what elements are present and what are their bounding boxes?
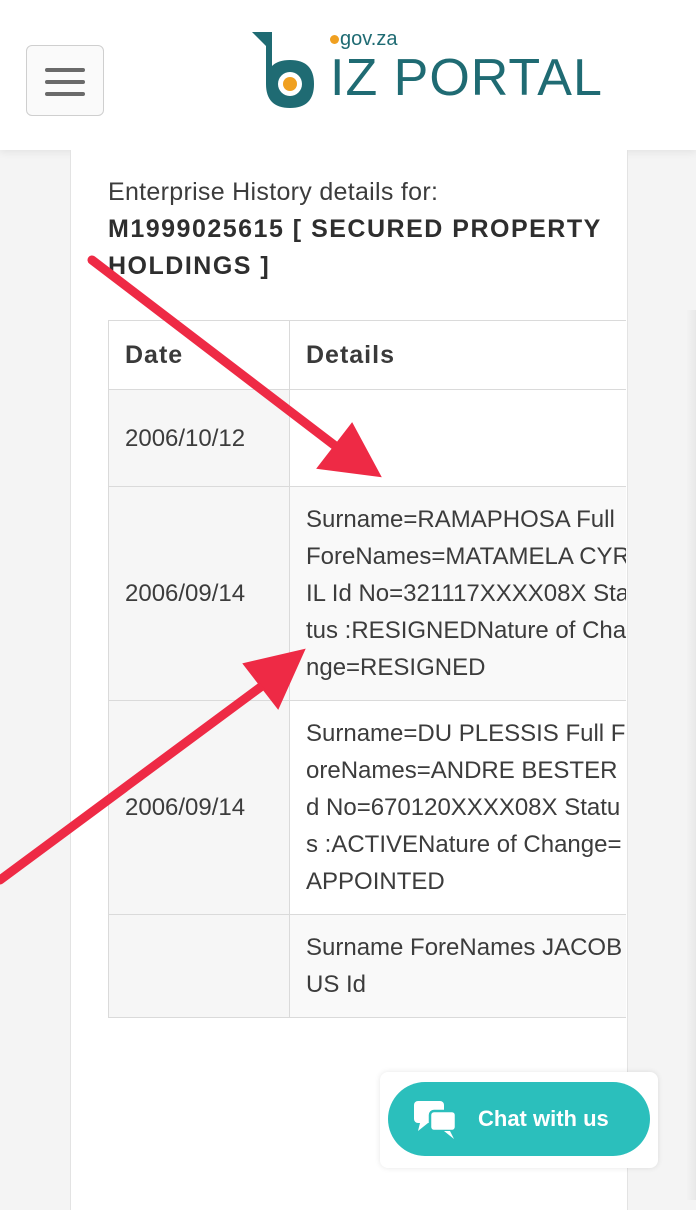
page-title: Enterprise History details for: M1999025… — [108, 174, 608, 285]
row-date: 2006/09/14 — [108, 700, 290, 915]
enterprise-id: M1999025615 [ SECURED PROPERTY HOLDINGS … — [108, 215, 602, 280]
row-details: Surname=RAMAPHOSA Full ForeNames=MATAMEL… — [289, 486, 626, 701]
scroll-edge — [686, 310, 696, 1200]
row-date: 2006/09/14 — [108, 486, 290, 701]
history-table-container[interactable]: Date Details 2006/10/12 2006/09/14 Surna… — [108, 320, 626, 1200]
row-date: 2006/10/12 — [108, 389, 290, 487]
table-row: 2006/09/14 Surname=DU PLESSIS Full ForeN… — [108, 700, 626, 915]
table-header-row: Date Details — [108, 320, 626, 390]
chat-label: Chat with us — [478, 1106, 609, 1131]
logo-dot — [330, 35, 339, 44]
column-header-details: Details — [289, 320, 626, 390]
history-table: Date Details 2006/10/12 2006/09/14 Surna… — [108, 320, 626, 1018]
logo-domain: gov.za — [340, 28, 398, 50]
row-details: Surname ForeNames JACOBUS Id — [289, 914, 626, 1018]
row-date — [108, 914, 290, 1018]
biz-b-logo-icon — [252, 32, 314, 108]
row-details — [289, 389, 626, 487]
chat-with-us-button[interactable]: Chat with us — [388, 1082, 650, 1156]
hamburger-icon — [45, 68, 85, 72]
menu-button[interactable] — [26, 45, 104, 116]
biz-portal-logo[interactable]: gov.za IZ PORTAL — [244, 26, 624, 110]
heading-line: Enterprise History details for: — [108, 178, 439, 206]
table-row: 2006/09/14 Surname=RAMAPHOSA Full ForeNa… — [108, 486, 626, 701]
logo-text: IZ PORTAL — [330, 49, 603, 107]
table-row: Surname ForeNames JACOBUS Id — [108, 914, 626, 1018]
site-header: gov.za IZ PORTAL — [0, 0, 696, 150]
chat-bubbles-icon — [414, 1101, 458, 1139]
column-header-date: Date — [108, 320, 290, 390]
table-row: 2006/10/12 — [108, 389, 626, 487]
row-details: Surname=DU PLESSIS Full ForeNames=ANDRE … — [289, 700, 626, 915]
